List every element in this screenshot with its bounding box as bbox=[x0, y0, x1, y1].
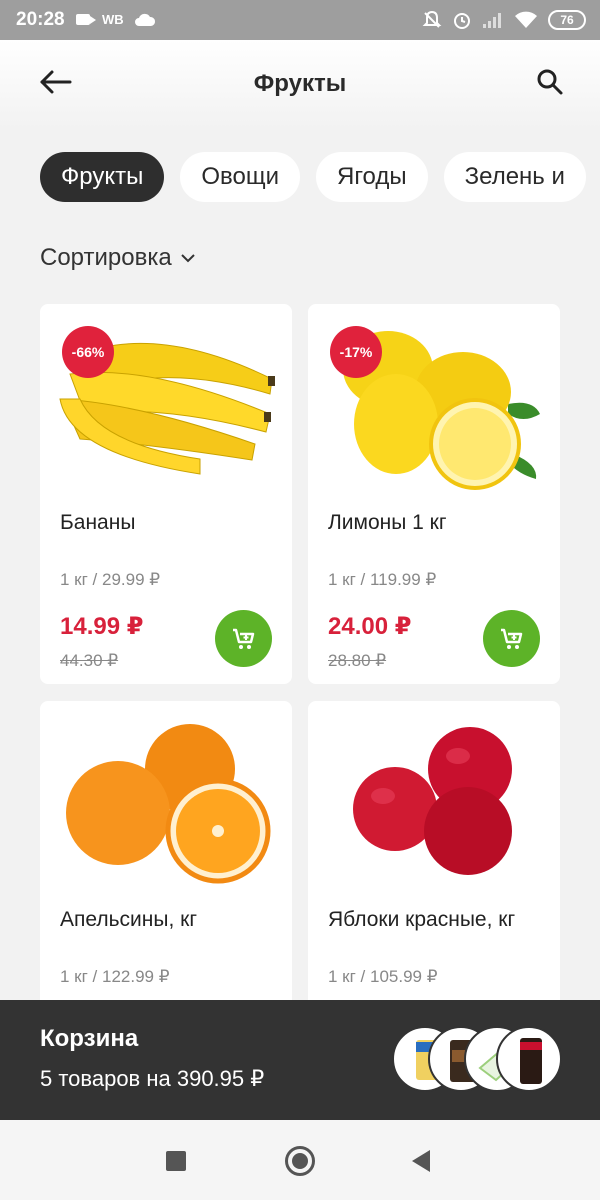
old-price: 44.30 ₽ bbox=[60, 651, 119, 670]
home-icon[interactable] bbox=[285, 1146, 315, 1176]
notifications-off-icon bbox=[422, 10, 442, 28]
signal-icon bbox=[483, 13, 501, 28]
cloud-icon bbox=[135, 13, 156, 26]
product-name: Яблоки красные, кг bbox=[328, 908, 516, 931]
battery-indicator: 76 bbox=[548, 10, 586, 30]
cart-plus-icon bbox=[501, 628, 523, 649]
unit-price: 1 кг / 105.99 ₽ bbox=[328, 967, 438, 986]
old-price: 28.80 ₽ bbox=[328, 651, 387, 670]
video-camera-icon bbox=[76, 14, 96, 25]
cart-bar[interactable]: Корзина 5 товаров на 390.95 ₽ bbox=[0, 1000, 600, 1120]
tab-vegetables[interactable]: Овощи bbox=[180, 152, 300, 202]
status-carrier: WB bbox=[102, 12, 124, 27]
product-card-oranges[interactable]: Апельсины, кг 1 кг / 122.99 ₽ bbox=[40, 701, 292, 1031]
product-price: 24.00 ₽ bbox=[328, 613, 412, 640]
product-card-apples[interactable]: Яблоки красные, кг 1 кг / 105.99 ₽ bbox=[308, 701, 560, 1031]
product-card-bananas[interactable]: -66% Бананы 1 кг / 29.99 ₽ 14.99 ₽ 44.30… bbox=[40, 304, 292, 684]
product-name: Лимоны 1 кг bbox=[328, 511, 447, 534]
unit-price: 1 кг / 122.99 ₽ bbox=[60, 967, 170, 986]
chevron-down-icon bbox=[181, 254, 195, 263]
search-button[interactable] bbox=[534, 66, 566, 98]
product-name: Апельсины, кг bbox=[60, 908, 197, 931]
alarm-icon bbox=[454, 13, 470, 29]
tab-berries[interactable]: Ягоды bbox=[316, 152, 428, 202]
system-back-icon[interactable] bbox=[412, 1150, 430, 1172]
cart-item-thumbnail bbox=[496, 1026, 562, 1092]
unit-price: 1 кг / 29.99 ₽ bbox=[60, 570, 161, 589]
tab-fruits[interactable]: Фрукты bbox=[40, 152, 165, 202]
status-bar: 20:28 WB 76 bbox=[0, 0, 600, 40]
search-icon bbox=[537, 69, 563, 95]
cart-summary: 5 товаров на 390.95 ₽ bbox=[40, 1066, 265, 1091]
discount-badge: -17% bbox=[330, 326, 382, 378]
sort-dropdown[interactable]: Сортировка bbox=[40, 242, 196, 274]
status-time: 20:28 bbox=[16, 9, 65, 30]
add-to-cart-button[interactable] bbox=[483, 610, 540, 667]
cart-title: Корзина bbox=[40, 1025, 139, 1052]
page-title: Фрукты bbox=[253, 70, 347, 97]
add-to-cart-button[interactable] bbox=[215, 610, 272, 667]
product-card-lemons[interactable]: -17% Лимоны 1 кг 1 кг / 119.99 ₽ 24.00 ₽… bbox=[308, 304, 560, 684]
wifi-icon bbox=[515, 11, 537, 28]
recent-apps-icon[interactable] bbox=[166, 1151, 186, 1171]
product-price: 14.99 ₽ bbox=[60, 613, 144, 640]
unit-price: 1 кг / 119.99 ₽ bbox=[328, 570, 437, 589]
oranges-image bbox=[66, 724, 271, 884]
cart-plus-icon bbox=[233, 628, 255, 649]
sort-label: Сортировка bbox=[40, 244, 172, 271]
cart-thumbnails bbox=[392, 1026, 562, 1094]
apples-image bbox=[353, 727, 512, 875]
tab-greens[interactable]: Зелень и bbox=[443, 152, 586, 202]
discount-badge: -66% bbox=[62, 326, 114, 378]
system-nav-bar bbox=[0, 1120, 600, 1200]
category-tabs: Фрукты Овощи Ягоды Зелень и bbox=[40, 152, 600, 202]
product-name: Бананы bbox=[60, 511, 136, 534]
app-header: Фрукты bbox=[0, 40, 600, 130]
